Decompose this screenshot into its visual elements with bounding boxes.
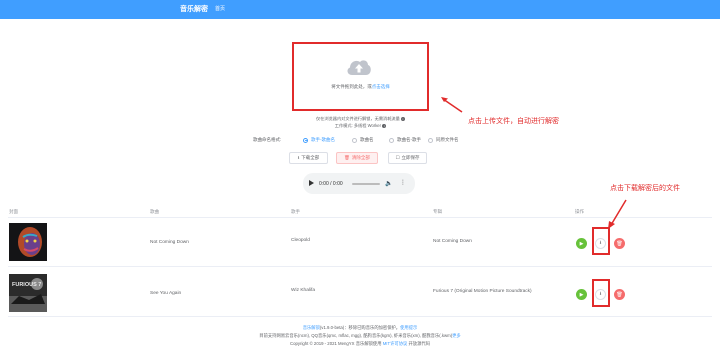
radio-song[interactable]: 歌曲名 bbox=[352, 137, 374, 143]
cover-text: FURIOUS 7 bbox=[12, 282, 41, 288]
radio-circle bbox=[428, 137, 433, 143]
player-progress-bar[interactable] bbox=[352, 183, 380, 185]
annotation-download-box-1 bbox=[592, 227, 610, 255]
radio-label: 同原文件名 bbox=[436, 137, 459, 142]
artist-name: Wiz Khalifa bbox=[291, 288, 315, 293]
annotation-upload-box bbox=[292, 42, 429, 111]
footer-usage-tips-link[interactable]: 使用提示 bbox=[400, 325, 417, 330]
radio-original-name[interactable]: 同原文件名 bbox=[428, 137, 459, 143]
info-icon[interactable]: i bbox=[400, 116, 405, 121]
save-now-button[interactable]: ☐ 立即保存 bbox=[388, 152, 427, 164]
album-cover: FURIOUS 7 bbox=[9, 274, 47, 312]
player-time: 0:00 / 0:00 bbox=[319, 181, 343, 187]
radio-circle bbox=[389, 137, 394, 143]
checkbox-icon: ☐ bbox=[395, 155, 400, 160]
tip-local-decrypt: 仅在浏览器内对文件进行解锁，无需消耗流量 i bbox=[292, 116, 429, 122]
radio-label: 歌曲名 bbox=[360, 137, 374, 142]
footer-app-link[interactable]: 音乐解锁 bbox=[303, 325, 320, 330]
row-divider bbox=[8, 316, 712, 317]
delete-button[interactable]: 🗑 bbox=[614, 238, 625, 249]
download-all-label: 下载全部 bbox=[301, 155, 320, 160]
delete-icon: 🗑 bbox=[344, 155, 350, 160]
song-name: See You Again bbox=[150, 291, 182, 296]
header-cover: 封面 bbox=[9, 209, 18, 214]
annotation-arrow-upload bbox=[441, 97, 463, 113]
info-icon[interactable]: i bbox=[382, 123, 387, 128]
clear-all-button[interactable]: 🗑 清除全部 bbox=[336, 152, 378, 164]
annotation-download-box-2 bbox=[592, 279, 610, 307]
save-now-label: 立即保存 bbox=[401, 155, 420, 160]
more-options-icon[interactable]: ⋮ bbox=[400, 179, 406, 186]
radio-circle bbox=[303, 137, 308, 143]
download-all-button[interactable]: ⭳ 下载全部 bbox=[289, 152, 328, 164]
radio-label: 歌手-歌曲名 bbox=[311, 137, 335, 142]
annotation-download-text: 点击下载解密后的文件 bbox=[610, 185, 680, 192]
artist-name: Cleopold bbox=[291, 238, 310, 243]
row-divider bbox=[8, 266, 712, 267]
tip-worker-mode: 工作模式: 多线程 Worker i bbox=[292, 123, 429, 129]
cover-art-not-coming-down bbox=[9, 223, 47, 261]
naming-format-label: 歌曲命名格式: bbox=[253, 137, 282, 142]
annotation-upload-text: 点击上传文件，自动进行解密 bbox=[468, 118, 559, 125]
album-cover bbox=[9, 223, 47, 261]
radio-label: 歌曲名-歌手 bbox=[397, 137, 421, 142]
download-icon: ⭳ bbox=[297, 155, 300, 160]
header-song: 歌曲 bbox=[150, 209, 159, 214]
play-button[interactable]: ▶ bbox=[576, 238, 587, 249]
app-brand[interactable]: 音乐解密 bbox=[180, 4, 208, 14]
footer-line-3: Copyright © 2019 - 2021 MengYX 音乐解锁使用 MI… bbox=[0, 341, 720, 347]
play-button[interactable]: ▶ bbox=[576, 289, 587, 300]
footer-line-1-text: (v1.9.0-beta)：移除已购音乐的加密保护。 bbox=[319, 325, 401, 330]
album-name: Not Coming Down bbox=[433, 239, 472, 244]
volume-icon[interactable]: 🔈 bbox=[385, 180, 392, 187]
nav-home-link[interactable]: 首页 bbox=[215, 5, 225, 12]
footer-line-3-text: Copyright © 2019 - 2021 MengYX 音乐解锁使用 bbox=[289, 341, 382, 346]
tip-worker-mode-text: 工作模式: 多线程 Worker bbox=[334, 123, 382, 128]
footer-line-2-text: 目前支持网易云音乐(ncm), QQ音乐(qmc, mflac, mgg), 酷… bbox=[259, 333, 453, 338]
top-nav-bar bbox=[0, 0, 720, 19]
footer-line-3-suffix: 开放源代码 bbox=[408, 341, 430, 346]
song-name: Not Coming Down bbox=[150, 240, 189, 245]
tip-local-decrypt-text: 仅在浏览器内对文件进行解锁，无需消耗流量 bbox=[316, 116, 400, 121]
footer-line-1: 音乐解锁(v1.9.0-beta)：移除已购音乐的加密保护。使用提示 bbox=[0, 325, 720, 331]
radio-circle bbox=[352, 137, 357, 143]
annotation-arrow-download bbox=[608, 199, 627, 229]
footer-more-link[interactable]: 更多 bbox=[452, 333, 461, 338]
header-actions: 操作 bbox=[575, 209, 584, 214]
clear-all-label: 清除全部 bbox=[351, 155, 370, 160]
footer-line-2: 目前支持网易云音乐(ncm), QQ音乐(qmc, mflac, mgg), 酷… bbox=[0, 333, 720, 339]
delete-button[interactable]: 🗑 bbox=[614, 289, 625, 300]
radio-artist-song[interactable]: 歌手-歌曲名 bbox=[303, 137, 335, 143]
header-album: 专辑 bbox=[433, 209, 442, 214]
footer-license-link[interactable]: MIT许可协议 bbox=[383, 341, 408, 346]
cover-art-furious-7: FURIOUS 7 bbox=[9, 274, 47, 312]
play-icon[interactable] bbox=[309, 180, 314, 186]
radio-song-artist[interactable]: 歌曲名-歌手 bbox=[389, 137, 421, 143]
album-name: Furious 7 (Original Motion Picture Sound… bbox=[433, 289, 532, 294]
header-artist: 歌手 bbox=[291, 209, 300, 214]
